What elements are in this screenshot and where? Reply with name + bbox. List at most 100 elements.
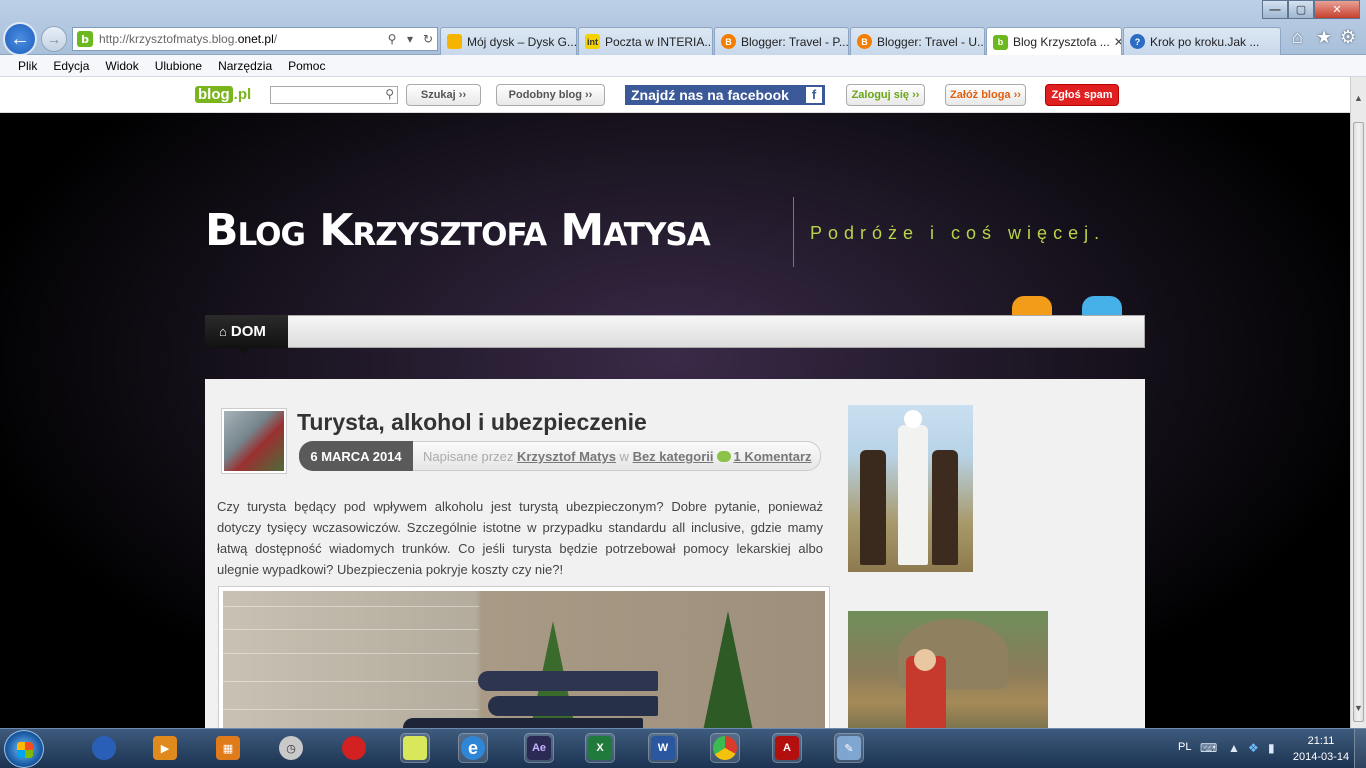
logo-suffix: .pl [233,85,252,103]
language-indicator[interactable]: PL [1178,741,1191,753]
start-button[interactable] [4,730,44,768]
blog-page: Blog Krzysztofa Matysa Podróże i coś wię… [0,113,1350,728]
menu-edycja[interactable]: Edycja [45,59,97,73]
sidebar-photo-hut[interactable] [848,611,1048,728]
tab-label: Krok po kroku.Jak ... [1150,34,1260,49]
site-favicon: b [77,31,93,47]
tab-krok-po-kroku[interactable]: ? Krok po kroku.Jak ... [1123,27,1281,55]
facebook-brand: facebook [727,87,789,103]
post-title[interactable]: Turysta, alkohol i ubezpieczenie [297,409,647,436]
tab-blog-krzysztofa[interactable]: b Blog Krzysztofa ... ✕ [986,27,1122,56]
refresh-icon[interactable]: ↻ [419,32,437,46]
browser-titlebar: — ▢ ✕ ← → b http://krzysztofmatys.blog.o… [0,0,1366,56]
main-navbar [205,315,1145,348]
menu-ulubione[interactable]: Ulubione [147,59,210,73]
blogpl-logo[interactable]: blog .pl [195,83,251,105]
tab-interia-mail[interactable]: int Poczta w INTERIA.... [578,27,713,55]
word-icon[interactable]: W [648,733,678,763]
scroll-down-arrow-icon[interactable]: ▼ [1354,703,1363,713]
interia-icon: int [585,34,600,49]
content-area: Turysta, alkohol i ubezpieczenie 6 MARCA… [205,379,1145,728]
menu-widok[interactable]: Widok [97,59,146,73]
tab-label: Blog Krzysztofa ... [1013,35,1110,49]
page-scrollbar[interactable]: ▲ ▼ [1350,77,1366,728]
forward-button[interactable]: → [41,26,67,52]
close-button[interactable]: ✕ [1314,0,1360,19]
post-thumbnail[interactable] [221,408,287,474]
comment-icon [717,451,732,462]
blog-title[interactable]: Blog Krzysztofa Matysa [205,205,711,256]
scroll-up-arrow-icon[interactable]: ▲ [1354,93,1363,103]
tab-google-drive[interactable]: Mój dysk – Dysk G... [440,27,577,55]
sticky-notes-icon[interactable] [400,733,430,763]
clock-time[interactable]: 21:11 [1296,735,1346,747]
in-label: w [619,449,629,464]
category-link[interactable]: Bez kategorii [633,449,714,464]
menu-pomoc[interactable]: Pomoc [280,59,333,73]
menu-plik[interactable]: Plik [10,59,45,73]
nav-home-label: DOM [230,323,266,340]
pin-app-icon[interactable] [339,733,369,763]
tab-blogger-travel-p[interactable]: B Blogger: Travel - P... [714,27,849,55]
back-arrow-icon: ← [10,27,30,50]
author-link[interactable]: Krzysztof Matys [517,449,616,464]
maximize-button[interactable]: ▢ [1288,0,1314,19]
post-excerpt: Czy turysta będący pod wpływem alkoholu … [217,499,823,577]
keyboard-icon[interactable]: ⌨ [1200,741,1217,755]
show-desktop-button[interactable] [1354,729,1366,768]
scrollbar-thumb[interactable] [1353,122,1364,722]
excel-icon[interactable]: X [585,733,615,763]
create-blog-button[interactable]: Załóż bloga ›› [945,84,1026,106]
menu-bar: Plik Edycja Widok Ulubione Narzędzia Pom… [0,55,1366,77]
media-player-icon[interactable]: ▶ [150,733,180,763]
paint-icon[interactable]: ✎ [834,733,864,763]
acrobat-icon[interactable]: A [772,733,802,763]
similar-blog-button[interactable]: Podobny blog ›› [496,84,605,106]
blog-search-input[interactable]: ⚲ [270,86,398,104]
nav-active-indicator [238,348,250,354]
address-bar[interactable]: b http://krzysztofmatys.blog.onet.pl/ ⚲ … [72,27,438,51]
facebook-banner[interactable]: Znajdź nas na facebook f [625,85,825,105]
login-button[interactable]: Zaloguj się ›› [846,84,925,106]
clock-app-icon[interactable]: ◷ [276,733,306,763]
post-date: 6 MARCA 2014 [299,441,413,471]
tab-blogger-travel-u[interactable]: B Blogger: Travel - U... [850,27,985,55]
blog-tagline: Podróże i coś więcej. [810,223,1106,243]
network-icon[interactable]: ▮ [1268,741,1275,755]
report-spam-button[interactable]: Zgłoś spam [1045,84,1119,106]
post-image[interactable] [218,586,830,728]
sidebar-photo-tribe[interactable] [848,405,973,572]
tab-label: Mój dysk – Dysk G... [467,34,577,49]
search-icon: ⚲ [385,87,394,101]
forward-arrow-icon: → [47,31,61,47]
blog-pl-icon: b [993,34,1008,50]
dropdown-arrow-icon[interactable]: ▾ [401,32,419,46]
tab-close-icon[interactable]: ✕ [1110,35,1121,49]
settings-gear-icon[interactable]: ⚙ [1340,27,1356,48]
system-tray: PL ⌨ ▲ ❖ ▮ 21:11 2014-03-14 [1160,729,1366,768]
after-effects-icon[interactable]: Ae [524,733,554,763]
house-icon: ⌂ [219,324,227,339]
dropbox-icon[interactable]: ❖ [1248,741,1259,755]
user-app-icon[interactable] [89,733,119,763]
menu-narzedzia[interactable]: Narzędzia [210,59,280,73]
squares-app-icon[interactable]: ▦ [213,733,243,763]
home-icon[interactable]: ⌂ [1292,27,1303,48]
blogpl-toolbar: blog .pl ⚲ Szukaj ›› Podobny blog ›› Znaj… [0,77,1350,113]
minimize-button[interactable]: — [1262,0,1288,19]
tab-label: Blogger: Travel - U... [877,34,985,49]
comments-link[interactable]: 1 Komentarz [733,449,811,464]
favorites-star-icon[interactable]: ★ [1316,27,1332,48]
help-icon: ? [1130,34,1145,49]
show-hidden-icons-icon[interactable]: ▲ [1228,741,1240,755]
back-button[interactable]: ← [3,22,37,56]
written-by-label: Napisane przez [423,449,514,464]
search-button[interactable]: Szukaj ›› [406,84,481,106]
internet-explorer-icon[interactable]: e [458,733,488,763]
search-icon[interactable]: ⚲ [383,32,401,46]
nav-home-tab[interactable]: ⌂ DOM [205,315,288,348]
clock-date[interactable]: 2014-03-14 [1290,751,1352,763]
logo-text: blog [195,85,233,103]
url-text[interactable]: http://krzysztofmatys.blog.onet.pl/ [99,32,383,46]
chrome-icon[interactable] [710,733,740,763]
